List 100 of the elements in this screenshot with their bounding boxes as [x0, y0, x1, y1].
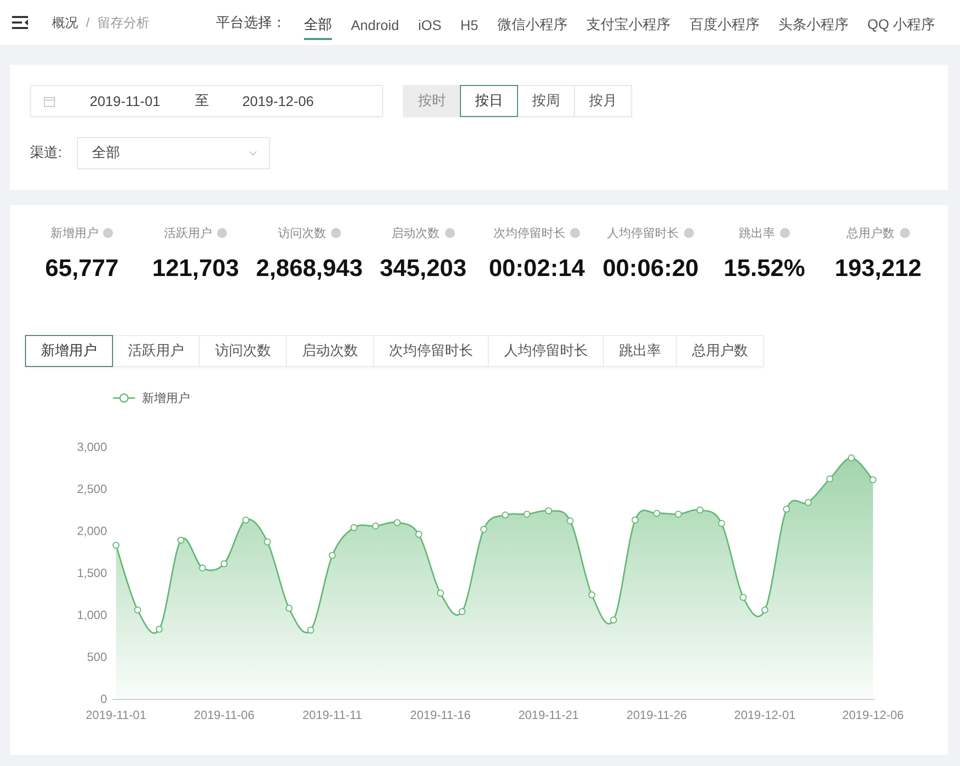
data-point[interactable] — [112, 542, 120, 549]
data-point[interactable] — [545, 507, 552, 514]
x-axis-label: 2019-11-16 — [410, 708, 471, 722]
data-point[interactable] — [804, 498, 812, 506]
data-point[interactable] — [350, 524, 358, 532]
data-point[interactable] — [415, 530, 422, 538]
platform-tab[interactable]: H5 — [460, 12, 478, 38]
date-range-field[interactable]: 2019-11-01 至 2019-12-06 — [30, 85, 383, 117]
platform-label: 平台选择： — [216, 14, 286, 32]
stat-value: 00:02:14 — [488, 255, 585, 283]
data-point[interactable] — [264, 538, 271, 546]
x-axis-label: 2019-11-01 — [86, 708, 146, 722]
metric-tab[interactable]: 人均停留时长 — [488, 335, 604, 367]
dot-icon[interactable] — [780, 228, 790, 238]
stat-value: 345,203 — [380, 255, 466, 283]
platform-tab[interactable]: 支付宝小程序 — [586, 12, 670, 40]
data-point[interactable] — [156, 626, 163, 633]
stat-label: 人均停留时长 — [607, 224, 680, 242]
y-axis-label: 1,500 — [76, 566, 107, 580]
x-axis-label: 2019-12-01 — [734, 708, 796, 722]
data-point[interactable] — [394, 519, 401, 526]
x-axis-label: 2019-11-06 — [194, 708, 254, 722]
data-point[interactable] — [740, 594, 747, 601]
x-axis-label: 2019-12-06 — [842, 708, 904, 722]
data-point[interactable] — [718, 520, 726, 527]
platform-tab[interactable]: 头条小程序 — [778, 12, 848, 40]
dot-icon[interactable] — [103, 228, 114, 238]
metric-tab[interactable]: 活跃用户 — [112, 335, 200, 367]
breadcrumb-separator: / — [86, 15, 90, 30]
granularity-button[interactable]: 按日 — [460, 85, 518, 117]
metric-tab[interactable]: 跳出率 — [603, 335, 677, 367]
breadcrumb-item[interactable]: 概况 — [52, 14, 78, 32]
data-point[interactable] — [674, 510, 682, 518]
channel-select[interactable]: 全部 — [77, 137, 270, 169]
metric-tab[interactable]: 新增用户 — [25, 335, 113, 367]
data-point[interactable] — [632, 516, 639, 524]
data-point[interactable] — [328, 552, 336, 559]
data-point[interactable] — [458, 608, 466, 616]
dot-icon[interactable] — [900, 228, 910, 238]
data-point[interactable] — [848, 454, 855, 462]
data-point[interactable] — [523, 510, 530, 518]
data-point[interactable] — [134, 606, 142, 614]
stat-value: 65,777 — [45, 255, 119, 283]
stat-label: 跳出率 — [738, 224, 775, 242]
platform-tab[interactable]: iOS — [418, 12, 442, 38]
menu-icon[interactable] — [12, 16, 28, 29]
data-point[interactable] — [782, 506, 790, 513]
data-point[interactable] — [199, 564, 206, 572]
data-point[interactable] — [653, 510, 660, 517]
data-point[interactable] — [372, 522, 380, 530]
granularity-button[interactable]: 按周 — [517, 85, 575, 117]
metric-tab[interactable]: 启动次数 — [286, 335, 374, 367]
y-axis-label: 0 — [100, 692, 107, 706]
stat-value: 193,212 — [834, 255, 922, 283]
start-date: 2019-11-01 — [88, 93, 162, 109]
data-point[interactable] — [220, 560, 228, 568]
end-date: 2019-12-06 — [241, 93, 315, 109]
channel-label: 渠道: — [30, 144, 63, 162]
dot-icon[interactable] — [444, 228, 455, 238]
data-point[interactable] — [242, 516, 250, 524]
stat-value: 2,868,943 — [256, 255, 363, 283]
metric-tab[interactable]: 次均停留时长 — [373, 335, 489, 367]
metric-tab[interactable]: 访问次数 — [199, 335, 287, 367]
data-point[interactable] — [761, 606, 768, 614]
data-point[interactable] — [610, 616, 617, 624]
dot-icon[interactable] — [217, 228, 228, 238]
stat-label: 启动次数 — [392, 224, 440, 242]
data-point[interactable] — [177, 536, 184, 544]
dot-icon[interactable] — [570, 228, 580, 238]
data-point[interactable] — [870, 476, 876, 484]
data-point[interactable] — [286, 604, 293, 612]
legend-line-icon[interactable] — [113, 393, 135, 403]
data-point[interactable] — [436, 590, 444, 597]
granularity-button[interactable]: 按月 — [574, 85, 632, 117]
stat-value: 00:06:20 — [602, 255, 699, 283]
range-separator: 至 — [194, 92, 210, 110]
stat-label: 访问次数 — [278, 224, 326, 242]
legend-label[interactable]: 新增用户 — [142, 390, 190, 406]
data-point[interactable] — [826, 475, 834, 482]
metric-tab[interactable]: 总用户数 — [676, 335, 764, 367]
data-point[interactable] — [696, 506, 704, 514]
data-point[interactable] — [566, 517, 574, 524]
platform-tab[interactable]: Android — [350, 12, 400, 38]
y-axis-label: 1,000 — [76, 608, 107, 622]
stat-value: 121,703 — [152, 255, 239, 283]
y-axis-label: 500 — [86, 650, 107, 664]
platform-tab[interactable]: QQ 小程序 — [867, 12, 935, 40]
stat-label: 总用户数 — [846, 224, 895, 242]
y-axis-label: 2,000 — [76, 524, 107, 538]
dot-icon[interactable] — [684, 228, 694, 238]
data-point[interactable] — [480, 526, 488, 533]
stat-label: 新增用户 — [50, 224, 98, 242]
data-point[interactable] — [502, 512, 509, 519]
platform-tab[interactable]: 微信小程序 — [497, 12, 568, 40]
data-point[interactable] — [588, 591, 596, 598]
y-axis-label: 3,000 — [76, 440, 107, 454]
dot-icon[interactable] — [330, 228, 341, 238]
platform-tab[interactable]: 百度小程序 — [689, 12, 760, 40]
data-point[interactable] — [307, 626, 314, 634]
platform-tab[interactable]: 全部 — [304, 12, 332, 40]
